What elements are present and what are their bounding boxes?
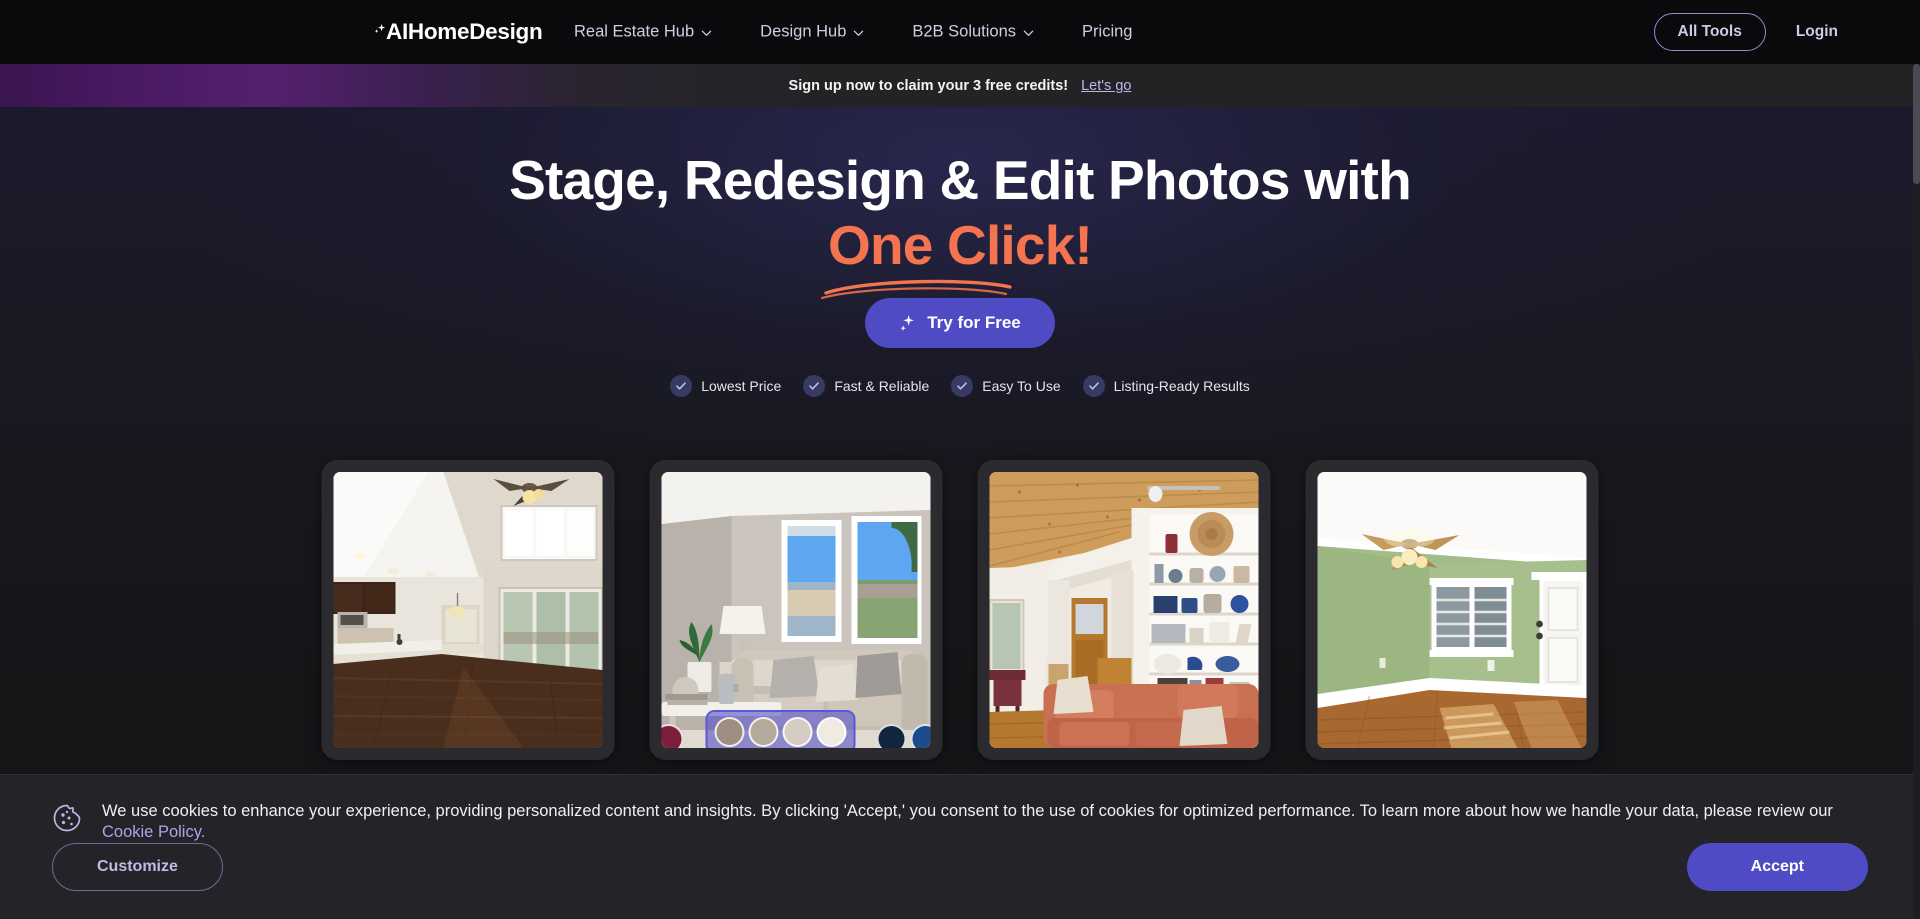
showcase-gallery [321,460,1599,760]
feature-label: Lowest Price [701,378,782,394]
page-scrollbar-thumb[interactable] [1913,64,1920,184]
feature-badge-easy-to-use: Easy To Use [951,375,1061,397]
color-swatch-maroon[interactable] [661,724,684,748]
gallery-card[interactable] [1305,460,1599,760]
sparkle-icon [374,21,388,43]
color-swatch-group-selected[interactable] [705,710,855,748]
gallery-card[interactable] [321,460,615,760]
color-swatch-cream[interactable] [816,717,846,747]
nav-right-actions: All Tools Login [1653,13,1838,51]
check-icon [951,375,974,397]
nav-item-label: Pricing [1082,22,1133,41]
customize-button[interactable]: Customize [52,843,223,891]
color-swatch-warm-gray[interactable] [748,717,778,747]
cookie-message-text: We use cookies to enhance your experienc… [102,802,1833,820]
gallery-card[interactable] [649,460,943,760]
color-swatch-taupe[interactable] [714,717,744,747]
feature-label: Easy To Use [982,378,1061,394]
feature-label: Listing-Ready Results [1113,378,1250,394]
sparkle-icon [899,314,916,333]
headline-line-1: Stage, Redesign & Edit Photos with [509,149,1412,211]
nav-item-real-estate-hub[interactable]: Real Estate Hub [574,23,712,42]
cookie-policy-link[interactable]: Cookie Policy. [102,823,205,841]
page-scrollbar-track[interactable] [1913,64,1920,919]
color-palette-overlay [661,710,931,748]
underline-swoosh-icon [820,279,1012,299]
cookie-consent-banner: We use cookies to enhance your experienc… [0,774,1920,919]
color-swatch-beige[interactable] [782,717,812,747]
promo-banner-link[interactable]: Let's go [1081,78,1131,94]
login-link[interactable]: Login [1796,23,1838,41]
check-icon [1082,375,1105,397]
headline-line-2: One Click! [827,213,1093,276]
page-root: AIHomeDesign Real Estate Hub Design Hub … [0,0,1920,919]
nav-item-pricing[interactable]: Pricing [1082,23,1132,42]
nav-item-design-hub[interactable]: Design Hub [760,23,864,42]
room-photo-empty-living-room [333,472,603,748]
color-swatch-navy[interactable] [876,724,907,748]
cta-label: Try for Free [927,313,1021,332]
try-for-free-button[interactable]: Try for Free [865,298,1055,348]
check-icon [670,375,693,397]
top-navigation-bar: AIHomeDesign Real Estate Hub Design Hub … [0,0,1920,64]
gallery-card[interactable] [977,460,1271,760]
promo-banner: Sign up now to claim your 3 free credits… [0,64,1920,107]
nav-links: Real Estate Hub Design Hub B2B Solutions… [574,23,1132,42]
accept-button[interactable]: Accept [1686,843,1868,891]
page-title: Stage, Redesign & Edit Photos with One C… [0,148,1920,299]
promo-banner-text: Sign up now to claim your 3 free credits… [788,77,1069,94]
room-photo-staged-living-room [661,472,931,748]
chevron-down-icon [1023,28,1034,39]
feature-badge-fast-reliable: Fast & Reliable [803,375,929,397]
cookie-icon [52,803,82,833]
nav-item-label: Real Estate Hub [574,22,695,41]
cta-container: Try for Free [0,298,1920,348]
chevron-down-icon [853,28,864,39]
feature-badge-listing-ready-results: Listing-Ready Results [1082,375,1250,397]
chevron-down-icon [701,28,712,39]
nav-item-label: B2B Solutions [912,22,1017,41]
room-photo-green-empty-room [1317,472,1587,748]
room-photo-bookshelf-room [989,472,1259,748]
all-tools-button[interactable]: All Tools [1653,13,1766,51]
brand-logo[interactable]: AIHomeDesign [374,19,543,45]
color-swatch-blue[interactable] [910,724,931,748]
brand-name: AIHomeDesign [386,19,543,44]
feature-badge-list: Lowest Price Fast & Reliable Easy To Use… [0,375,1920,397]
headline-line-2-wrapper: One Click! [820,213,1093,299]
feature-label: Fast & Reliable [834,378,930,394]
nav-item-label: Design Hub [760,22,847,41]
cookie-message-row: We use cookies to enhance your experienc… [52,801,1868,843]
cookie-message: We use cookies to enhance your experienc… [102,801,1868,843]
feature-badge-lowest-price: Lowest Price [670,375,781,397]
check-icon [803,375,826,397]
nav-item-b2b-solutions[interactable]: B2B Solutions [912,23,1034,42]
